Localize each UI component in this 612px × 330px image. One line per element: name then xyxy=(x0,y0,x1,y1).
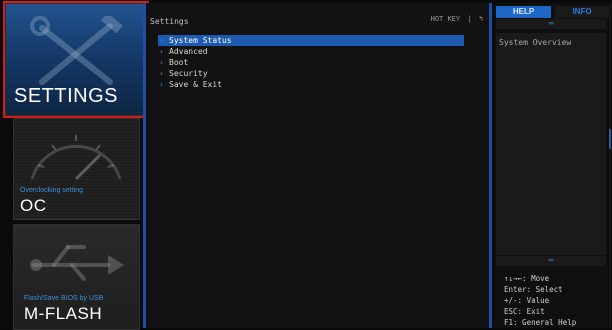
help-scroll-down-icon[interactable]: ═ xyxy=(496,256,606,266)
settings-tile-title: SETTINGS xyxy=(14,85,119,107)
settings-main-panel: Settings HOT KEY | ↰ › System Status › A… xyxy=(146,3,489,328)
key-hint-help: F1: General Help xyxy=(504,318,577,327)
hotkey-area[interactable]: HOT KEY | ↰ xyxy=(431,15,483,23)
help-panel: HELP INFO ═ System Overview ═ ↑↓→←: Move… xyxy=(493,3,611,328)
hotkey-separator: | xyxy=(467,15,472,23)
back-arrow-icon[interactable]: ↰ xyxy=(479,15,483,23)
key-legend: ↑↓→←: Move Enter: Select +/-: Value ESC:… xyxy=(504,273,576,328)
settings-tile[interactable]: SETTINGS xyxy=(3,1,149,118)
key-hint-value: +/-: Value xyxy=(504,296,550,305)
right-separator xyxy=(489,3,492,328)
panel-edge xyxy=(610,3,611,328)
left-tile-panel: SETTINGS Overclocking setting OC Flash/S… xyxy=(0,0,149,330)
help-content: System Overview xyxy=(496,33,606,255)
oc-tile-subtitle: Overclocking setting xyxy=(20,187,84,194)
key-hint-move: ↑↓→←: Move xyxy=(504,274,550,283)
menu-item-label: Advanced xyxy=(169,47,208,56)
chevron-right-icon: › xyxy=(159,36,164,45)
chevron-right-icon: › xyxy=(159,69,164,78)
usb-icon xyxy=(30,245,124,281)
key-hint-exit: ESC: Exit xyxy=(504,307,545,316)
menu-item-label: Security xyxy=(169,69,208,78)
oc-tile-title: OC xyxy=(20,196,47,215)
menu-item-advanced[interactable]: › Advanced xyxy=(158,46,464,57)
mflash-tile-subtitle: Flash/Save BIOS by USB xyxy=(24,295,104,302)
hotkey-label: HOT KEY xyxy=(430,15,461,23)
menu-item-label: Boot xyxy=(169,58,189,67)
menu-item-system-status[interactable]: › System Status xyxy=(158,35,464,46)
help-description: System Overview xyxy=(499,38,572,47)
menu-item-save-exit[interactable]: › Save & Exit xyxy=(158,79,464,90)
tab-info[interactable]: INFO xyxy=(555,6,609,18)
chevron-right-icon: › xyxy=(159,58,164,67)
menu-item-security[interactable]: › Security xyxy=(158,68,464,79)
menu-item-boot[interactable]: › Boot xyxy=(158,57,464,68)
wrench-hammer-icon xyxy=(30,16,123,85)
oc-tile[interactable]: Overclocking setting OC xyxy=(13,118,140,220)
page-title: Settings xyxy=(150,17,189,26)
settings-menu: › System Status › Advanced › Boot › Secu… xyxy=(158,35,464,90)
menu-item-label: System Status xyxy=(169,36,232,45)
help-scroll-up-icon[interactable]: ═ xyxy=(496,19,606,29)
chevron-right-icon: › xyxy=(159,47,164,56)
mflash-tile-title: M-FLASH xyxy=(24,304,103,323)
chevron-right-icon: › xyxy=(159,80,164,89)
menu-item-label: Save & Exit xyxy=(169,80,222,89)
gauge-icon xyxy=(30,135,122,181)
help-tabbar: HELP INFO xyxy=(493,6,611,18)
panel-collapse-handle[interactable] xyxy=(609,129,611,149)
tab-help[interactable]: HELP xyxy=(496,6,551,18)
key-hint-select: Enter: Select xyxy=(504,285,563,294)
mflash-tile[interactable]: Flash/Save BIOS by USB M-FLASH xyxy=(13,224,140,330)
